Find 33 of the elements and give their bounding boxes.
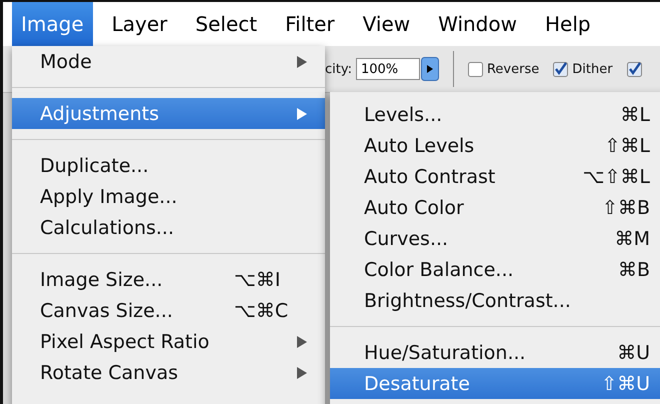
menu-title[interactable]: Image — [12, 2, 93, 46]
menu-item[interactable]: Image Size... ⌥⌘I — [12, 264, 325, 295]
menu-item[interactable]: Curves... ⌘M — [330, 223, 660, 254]
menu-item[interactable]: Apply Image... — [12, 181, 325, 212]
arrow-button-icon[interactable] — [420, 57, 439, 81]
menu-title[interactable]: View — [354, 2, 420, 46]
menu-item[interactable]: Rotate Canvas — [12, 357, 325, 388]
opacity-label: city: — [325, 62, 352, 76]
opacity-field[interactable]: 100% — [356, 58, 420, 80]
checkbox[interactable] — [626, 62, 642, 76]
menu-item[interactable]: Calculations... — [12, 212, 325, 243]
menu-item[interactable]: Levels... ⌘L — [330, 99, 660, 130]
checkbox-label: Reverse — [486, 62, 540, 76]
checkbox-label: Dither — [572, 62, 613, 76]
menu-item[interactable]: Adjustments — [12, 98, 325, 129]
menu-item[interactable]: Hue/Saturation... ⌘U — [330, 337, 660, 368]
menu-title[interactable]: Select — [186, 2, 266, 46]
menu-item[interactable]: Mode — [12, 46, 325, 77]
menu-title[interactable]: Filter — [276, 2, 344, 46]
menu-item[interactable]: Auto Contrast ⌥⇧⌘L — [330, 161, 660, 192]
menu-item[interactable]: Duplicate... — [12, 150, 325, 181]
menu-title[interactable]: Help — [536, 2, 600, 46]
menu-title[interactable]: Layer — [102, 2, 176, 46]
menu-item[interactable]: Brightness/Contrast... — [330, 285, 660, 316]
menu-item[interactable]: Color Balance... ⌘B — [330, 254, 660, 285]
checkbox[interactable] — [553, 62, 568, 76]
menu-item[interactable]: Canvas Size... ⌥⌘C — [12, 295, 325, 326]
menu-item[interactable]: Desaturate ⇧⌘U — [330, 368, 660, 399]
checkbox[interactable] — [468, 62, 483, 76]
menu-item[interactable]: Auto Color ⇧⌘B — [330, 192, 660, 223]
menu-title[interactable]: Window — [429, 2, 526, 46]
menu-item[interactable]: Pixel Aspect Ratio — [12, 326, 325, 357]
menu-item[interactable]: Auto Levels ⇧⌘L — [330, 130, 660, 161]
